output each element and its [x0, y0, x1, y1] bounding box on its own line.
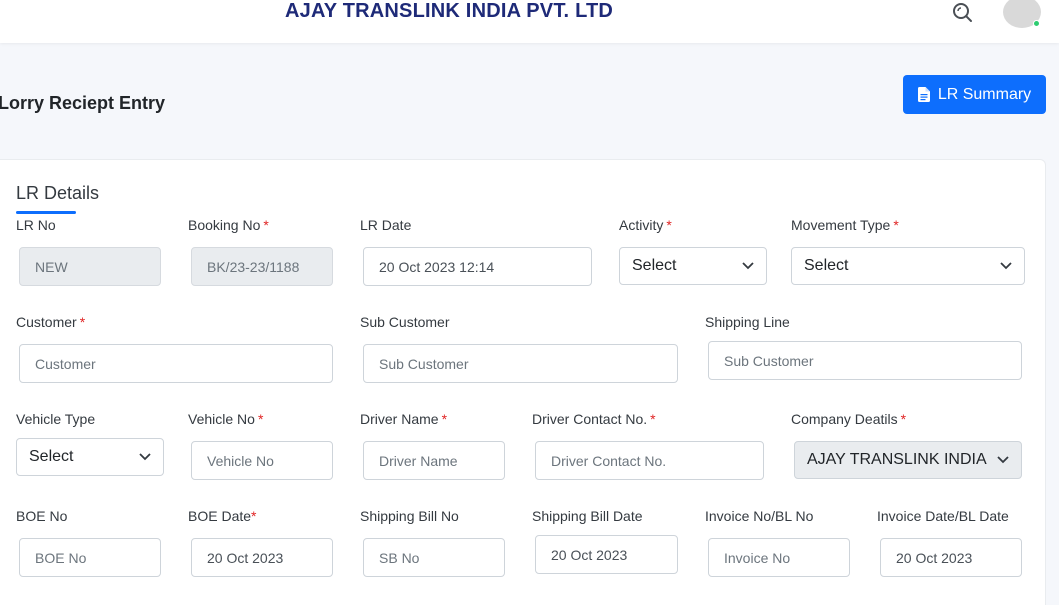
user-avatar[interactable]	[1003, 0, 1041, 28]
chevron-down-icon	[1000, 262, 1012, 270]
vehicle-no-input[interactable]	[191, 441, 333, 480]
shipping-bill-no-input[interactable]	[363, 538, 505, 577]
lr-summary-label: LR Summary	[937, 85, 1032, 103]
invoice-date-label: Invoice Date/BL Date	[877, 508, 1009, 524]
chevron-down-icon	[997, 456, 1009, 464]
driver-name-label: Driver Name *	[360, 411, 448, 427]
boe-date-input[interactable]	[191, 538, 333, 577]
boe-date-label: BOE Date*	[188, 508, 257, 524]
lr-date-label: LR Date	[360, 217, 412, 233]
company-details-select-value: AJAY TRANSLINK INDIA	[807, 451, 987, 468]
activity-label: Activity *	[619, 217, 672, 233]
section-title-underline	[16, 211, 76, 214]
sub-customer-label: Sub Customer	[360, 314, 450, 330]
shipping-bill-date-input[interactable]	[535, 535, 678, 574]
movement-type-select[interactable]: Select	[791, 247, 1025, 285]
shipping-bill-no-label: Shipping Bill No	[360, 508, 459, 524]
boe-no-input[interactable]	[19, 538, 161, 577]
lr-no-label: LR No	[16, 217, 56, 233]
search-icon[interactable]	[950, 0, 974, 24]
shipping-line-input[interactable]	[708, 341, 1022, 380]
company-details-label: Company Deatils *	[791, 411, 907, 427]
booking-no-label: Booking No *	[188, 217, 269, 233]
shipping-line-label: Shipping Line	[705, 314, 790, 330]
online-status-indicator	[1033, 20, 1040, 27]
section-title: LR Details	[16, 183, 100, 203]
company-details-select[interactable]: AJAY TRANSLINK INDIA	[794, 441, 1022, 479]
movement-type-select-value: Select	[804, 257, 849, 274]
vehicle-no-label: Vehicle No *	[188, 411, 264, 427]
lr-no-field	[19, 247, 161, 286]
vehicle-type-select[interactable]: Select	[16, 438, 164, 476]
driver-name-input[interactable]	[363, 441, 505, 480]
driver-contact-label: Driver Contact No. *	[532, 411, 656, 427]
customer-label: Customer *	[16, 314, 86, 330]
lr-summary-button[interactable]: LR Summary	[903, 75, 1046, 114]
boe-no-label: BOE No	[16, 508, 68, 524]
chevron-down-icon	[742, 262, 754, 270]
customer-input[interactable]	[19, 344, 333, 383]
page-title: Lorry Reciept Entry	[0, 93, 166, 113]
chevron-down-icon	[139, 453, 151, 461]
lr-date-field[interactable]	[363, 247, 592, 286]
activity-select[interactable]: Select	[619, 247, 767, 285]
invoice-date-input[interactable]	[880, 538, 1022, 577]
vehicle-type-label: Vehicle Type	[16, 411, 96, 427]
movement-type-label: Movement Type *	[791, 217, 899, 233]
top-navbar: AJAY TRANSLINK INDIA PVT. LTD	[0, 0, 1059, 43]
invoice-no-label: Invoice No/BL No	[705, 508, 814, 524]
activity-select-value: Select	[632, 257, 677, 274]
sub-customer-input[interactable]	[363, 344, 678, 383]
shipping-bill-date-label: Shipping Bill Date	[532, 508, 643, 524]
document-icon	[917, 87, 930, 102]
invoice-no-input[interactable]	[708, 538, 850, 577]
driver-contact-input[interactable]	[535, 441, 764, 480]
booking-no-field	[191, 247, 333, 286]
vehicle-type-select-value: Select	[29, 448, 74, 465]
brand-title: AJAY TRANSLINK INDIA PVT. LTD	[285, 0, 614, 22]
